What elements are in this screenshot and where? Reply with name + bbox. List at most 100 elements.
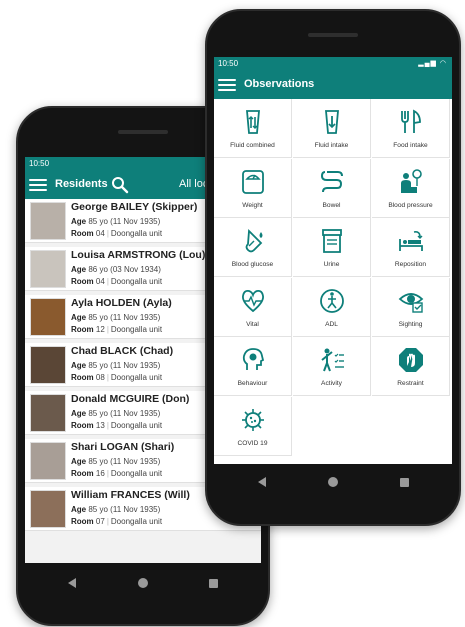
tile-vital[interactable]: Vital <box>214 277 292 337</box>
resident-name: Ayla HOLDEN (Ayla) <box>71 297 172 309</box>
avatar <box>30 202 66 240</box>
resident-unit: Doongalla unit <box>110 469 163 478</box>
resident-room: 07 <box>95 517 105 526</box>
vital-icon <box>242 289 264 312</box>
resident-dob: (11 Nov 1935) <box>110 217 161 226</box>
tile-label: COVID 19 <box>237 439 268 447</box>
tile-label: Activity <box>321 380 342 387</box>
tile-label: Behaviour <box>237 380 268 387</box>
resident-dob: (03 Nov 1934) <box>110 265 161 274</box>
tile-sighting[interactable]: Sighting <box>372 277 450 337</box>
resident-age: 85 yo <box>88 217 108 226</box>
tile-label: Sighting <box>398 320 423 328</box>
back-icon[interactable] <box>258 477 266 487</box>
hamburger-menu-icon[interactable] <box>29 179 47 191</box>
recent-apps-icon[interactable] <box>400 478 409 487</box>
resident-unit: Doongalla unit <box>110 229 163 238</box>
observations-screen: 10:50 ▂▄▆ ◠ Observations Fluid combined F… <box>214 57 452 464</box>
resident-age: 85 yo <box>88 505 108 514</box>
resident-age-line: Age 85 yo (11 Nov 1935) <box>71 217 160 226</box>
room-label: Room <box>71 517 94 526</box>
status-time: 10:50 <box>218 59 239 68</box>
tile-food-intake[interactable]: Food intake <box>372 99 450 158</box>
tile-adl[interactable]: ADL <box>293 277 371 337</box>
resident-name: George BAILEY (Skipper) <box>71 201 198 213</box>
blood-pressure-icon <box>401 168 422 193</box>
behaviour-icon <box>242 348 265 370</box>
resident-dob: (11 Nov 1935) <box>110 409 161 418</box>
activity-icon <box>321 348 344 372</box>
tile-fluid-intake[interactable]: Fluid intake <box>293 99 371 158</box>
room-label: Room <box>71 469 94 478</box>
resident-room-line: Room 07 | Doongalla unit <box>71 517 163 526</box>
tile-activity[interactable]: Activity <box>293 337 371 396</box>
resident-room: 12 <box>95 325 105 334</box>
resident-age-line: Age 85 yo (11 Nov 1935) <box>71 457 160 466</box>
tile-reposition[interactable]: Reposition <box>372 218 450 277</box>
resident-age: 85 yo <box>88 361 108 370</box>
age-label: Age <box>71 505 87 514</box>
tile-weight[interactable]: Weight <box>214 158 292 218</box>
resident-unit: Doongalla unit <box>110 517 163 526</box>
resident-unit: Doongalla unit <box>110 277 163 286</box>
weight-icon <box>242 169 264 194</box>
room-label: Room <box>71 325 94 334</box>
home-icon[interactable] <box>138 578 148 588</box>
avatar <box>30 394 66 432</box>
blood-glucose-icon <box>245 228 263 253</box>
resident-dob: (11 Nov 1935) <box>110 505 161 514</box>
tile-blood-pressure[interactable]: Blood pressure <box>372 158 450 218</box>
resident-name: William FRANCES (Will) <box>71 489 190 501</box>
resident-age: 85 yo <box>88 409 108 418</box>
tile-label: Blood pressure <box>388 201 433 209</box>
tile-restraint[interactable]: Restraint <box>372 337 450 396</box>
resident-name: Donald MCGUIRE (Don) <box>71 393 190 405</box>
tile-label: Weight <box>242 201 263 209</box>
resident-room-line: Room 13 | Doongalla unit <box>71 421 163 430</box>
avatar <box>30 346 66 384</box>
room-label: Room <box>71 277 94 286</box>
home-icon[interactable] <box>328 477 338 487</box>
resident-age: 85 yo <box>88 313 108 322</box>
resident-dob: (11 Nov 1935) <box>110 361 161 370</box>
tile-label: Food intake <box>393 142 428 149</box>
location-filter[interactable]: All loc <box>179 178 208 190</box>
tile-fluid-combined[interactable]: Fluid combined <box>214 99 292 158</box>
room-label: Room <box>71 421 94 430</box>
tile-label: Urine <box>323 261 340 268</box>
avatar <box>30 442 66 480</box>
tile-label: Blood glucose <box>231 261 274 268</box>
recent-apps-icon[interactable] <box>209 579 218 588</box>
covid-19-icon <box>242 408 264 431</box>
tile-urine[interactable]: Urine <box>293 218 371 277</box>
observations-app-bar: Observations <box>214 71 452 99</box>
back-icon[interactable] <box>68 578 76 588</box>
resident-room: 04 <box>95 229 105 238</box>
tile-label: Fluid intake <box>314 142 349 149</box>
age-label: Age <box>71 217 87 226</box>
page-title: Observations <box>244 78 315 90</box>
resident-dob: (11 Nov 1935) <box>110 313 161 322</box>
tile-blood-glucose[interactable]: Blood glucose <box>214 218 292 277</box>
hamburger-menu-icon[interactable] <box>218 79 236 91</box>
tile-covid-19[interactable]: COVID 19 <box>214 396 292 456</box>
resident-room-line: Room 16 | Doongalla unit <box>71 469 163 478</box>
restraint-icon <box>399 348 423 372</box>
resident-name: Shari LOGAN (Shari) <box>71 441 175 453</box>
tile-behaviour[interactable]: Behaviour <box>214 337 292 396</box>
tile-label: Bowel <box>322 201 341 209</box>
resident-room: 13 <box>95 421 105 430</box>
resident-age-line: Age 86 yo (03 Nov 1934) <box>71 265 161 274</box>
age-label: Age <box>71 313 87 322</box>
room-label: Room <box>71 373 94 382</box>
tile-label: Vital <box>246 320 259 328</box>
age-label: Age <box>71 265 87 274</box>
speaker-grille <box>308 33 358 37</box>
adl-icon <box>320 288 344 313</box>
status-time: 10:50 <box>29 159 50 168</box>
search-icon[interactable] <box>111 176 129 194</box>
reposition-icon <box>399 231 423 251</box>
tile-bowel[interactable]: Bowel <box>293 158 371 218</box>
resident-unit: Doongalla unit <box>110 325 163 334</box>
bowel-icon <box>320 170 343 192</box>
